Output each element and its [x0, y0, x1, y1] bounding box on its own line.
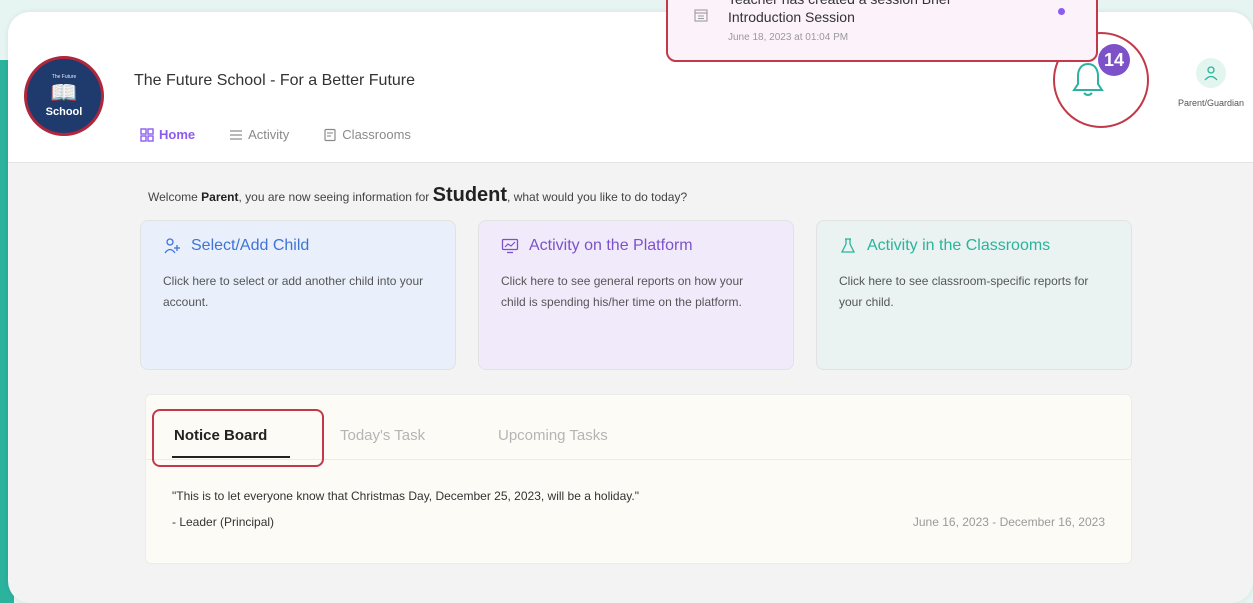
nav-home-label: Home: [159, 127, 196, 142]
logo-top-text: The Future: [51, 74, 77, 80]
welcome-middle: , you are now seeing information for: [238, 190, 433, 204]
notice-date-range: June 16, 2023 - December 16, 2023: [912, 515, 1105, 529]
welcome-student: Student: [432, 184, 508, 206]
tab-todays-task[interactable]: Today's Task: [340, 427, 425, 444]
notification-title: Teacher has created a session Brief Intr…: [728, 0, 951, 26]
nav-classrooms-label: Classrooms: [342, 127, 411, 142]
notice-text: "This is to let everyone know that Chris…: [172, 489, 639, 503]
child-icon: [164, 238, 180, 254]
welcome-suffix: , what would you like to do today?: [507, 190, 688, 204]
notice-author: - Leader (Principal): [172, 515, 275, 529]
book-icon: 📖: [50, 80, 78, 105]
notification-title-line1: Teacher has created a session Brief: [728, 0, 951, 8]
app-window: The Future 📖 School The Future School - …: [8, 12, 1253, 603]
card-title: Activity in the Classrooms: [867, 237, 1051, 254]
activity-classrooms-card[interactable]: Activity in the Classrooms Click here to…: [816, 220, 1132, 370]
welcome-message: Welcome Parent, you are now seeing infor…: [148, 184, 687, 207]
card-title: Select/Add Child: [191, 237, 310, 254]
select-add-child-card[interactable]: Select/Add Child Click here to select or…: [140, 220, 456, 370]
nav-home[interactable]: Home: [140, 127, 195, 142]
card-title: Activity on the Platform: [529, 237, 693, 254]
notification-date: June 18, 2023 at 01:04 PM: [728, 32, 849, 43]
active-tab-underline: [172, 456, 290, 458]
welcome-role: Parent: [201, 190, 239, 204]
card-description: Click here to see general reports on how…: [501, 274, 744, 309]
unread-dot: [1058, 8, 1065, 15]
notification-title-line2: Introduction Session: [728, 9, 855, 25]
profile-label: Parent/Guardian: [1177, 98, 1245, 108]
welcome-prefix: Welcome: [148, 190, 202, 204]
tab-notice-board[interactable]: Notice Board: [174, 427, 267, 444]
board-tabs: Notice Board Today's Task Upcoming Tasks: [146, 395, 1131, 467]
list-icon: [230, 129, 243, 140]
activity-platform-card[interactable]: Activity on the Platform Click here to s…: [478, 220, 794, 370]
nav-classrooms[interactable]: Classrooms: [323, 127, 411, 142]
main-nav: Home Activity Classrooms: [140, 127, 411, 142]
logo-school-text: School: [45, 106, 83, 118]
notice-board-panel: Notice Board Today's Task Upcoming Tasks…: [145, 394, 1132, 564]
grid-icon: [140, 127, 154, 142]
tab-upcoming-tasks[interactable]: Upcoming Tasks: [498, 427, 608, 444]
card-description: Click here to select or add another chil…: [163, 274, 424, 309]
notification-popup[interactable]: Teacher has created a session Brief Intr…: [666, 0, 1098, 62]
school-logo[interactable]: The Future 📖 School: [24, 56, 104, 136]
calendar-icon: [694, 9, 708, 22]
nav-activity[interactable]: Activity: [229, 127, 289, 142]
clipboard-icon: [324, 128, 336, 141]
card-description: Click here to see classroom-specific rep…: [839, 274, 1089, 309]
notifications-count-badge: 14: [1098, 44, 1130, 76]
monitor-icon: [501, 238, 519, 254]
user-icon: [1196, 58, 1226, 88]
profile-menu[interactable]: Parent/Guardian: [1176, 58, 1246, 108]
nav-activity-label: Activity: [248, 127, 290, 142]
flask-icon: [840, 238, 856, 253]
school-name: The Future School - For a Better Future: [134, 72, 416, 89]
